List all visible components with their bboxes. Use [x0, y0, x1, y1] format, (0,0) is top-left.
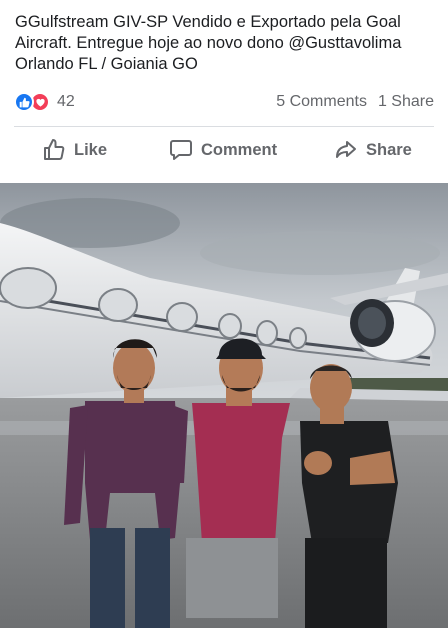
- post-actions: Like Comment Share: [0, 130, 448, 170]
- share-arrow-icon: [334, 138, 358, 162]
- reaction-count[interactable]: 42: [57, 93, 75, 111]
- comment-button[interactable]: Comment: [169, 138, 277, 162]
- like-label: Like: [74, 140, 108, 159]
- comments-count[interactable]: 5 Comments: [276, 93, 367, 111]
- post-stats: 5 Comments 1 Share: [276, 93, 434, 111]
- post-text: GGulfstream GIV-SP Vendido e Exportado p…: [15, 13, 402, 73]
- thumbs-up-icon: [42, 138, 66, 162]
- comment-label: Comment: [201, 140, 278, 159]
- divider: [14, 126, 434, 127]
- like-button[interactable]: Like: [42, 138, 107, 162]
- share-button[interactable]: Share: [334, 138, 412, 162]
- post-photo[interactable]: [0, 183, 448, 628]
- shares-count[interactable]: 1 Share: [378, 93, 434, 111]
- share-label: Share: [366, 140, 412, 159]
- reactions-bar: 42 5 Comments 1 Share: [14, 90, 434, 114]
- like-reaction-icon[interactable]: [14, 92, 34, 112]
- comment-icon: [169, 138, 193, 162]
